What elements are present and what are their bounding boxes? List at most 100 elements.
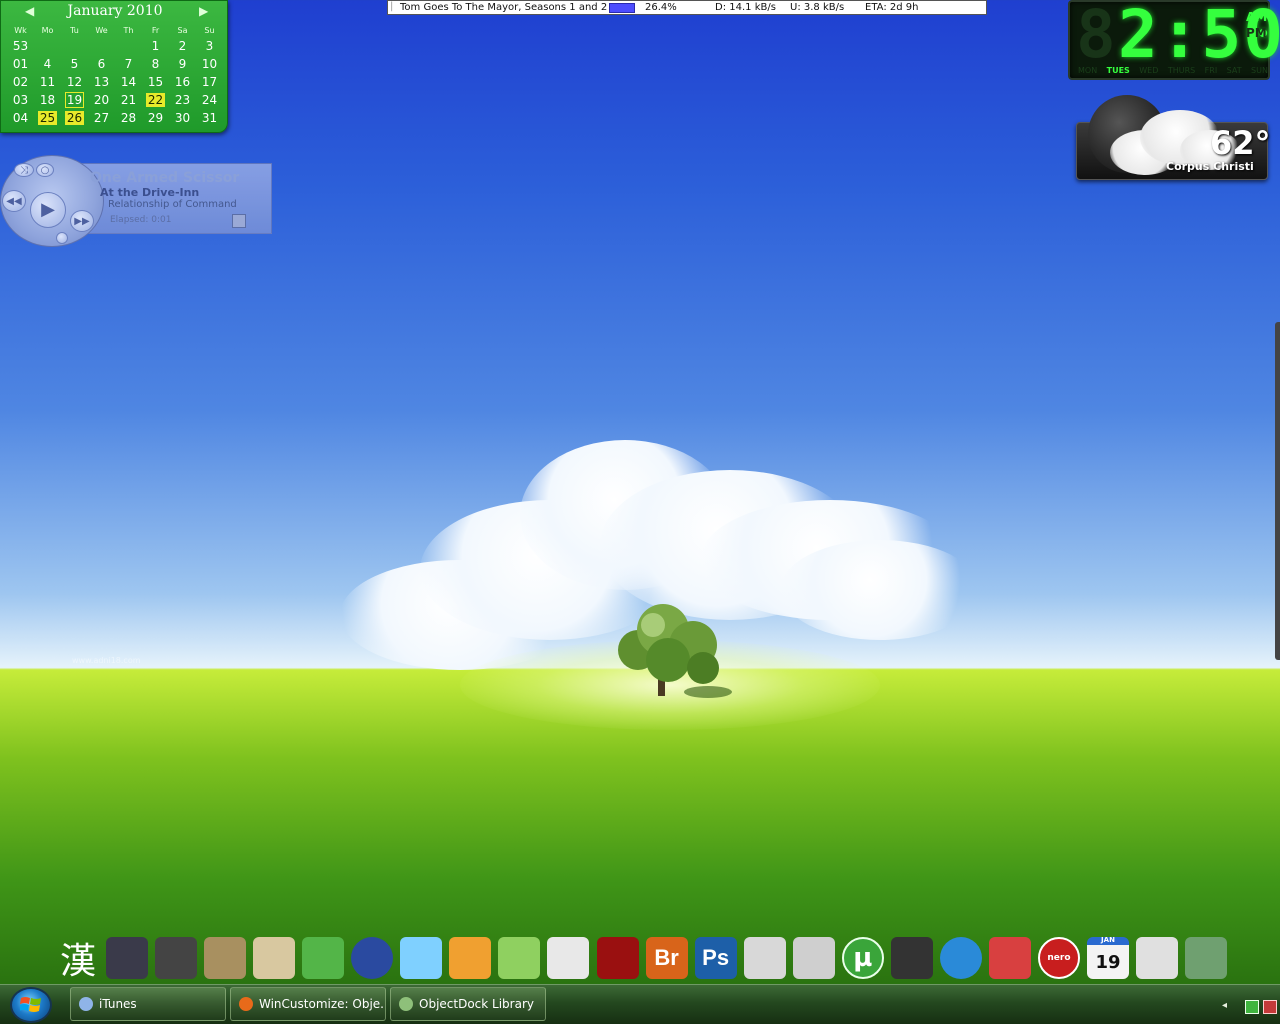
calendar-week-row: 04 25 26 27 28 29 30 31 bbox=[7, 109, 223, 127]
previous-icon[interactable]: ◀◀ bbox=[2, 190, 26, 212]
calendar-day[interactable]: 30 bbox=[169, 111, 196, 125]
next-month-arrow-icon[interactable]: ▶ bbox=[199, 4, 208, 18]
windows-explorer-icon[interactable] bbox=[544, 932, 592, 984]
sonar-icon[interactable] bbox=[495, 932, 543, 984]
clock-pm-indicator: PM bbox=[1246, 26, 1267, 40]
screen-edge-tab[interactable] bbox=[1275, 322, 1280, 660]
gears-of-war-icon[interactable] bbox=[594, 932, 642, 984]
calendar-day[interactable]: 25 bbox=[34, 111, 61, 125]
shuffle-icon[interactable]: ⤨ bbox=[14, 163, 34, 177]
taskbar-button-itunes[interactable]: iTunes bbox=[70, 987, 226, 1021]
camera-icon[interactable] bbox=[152, 932, 200, 984]
calendar-day[interactable]: 10 bbox=[196, 57, 223, 71]
itunes-icon bbox=[79, 997, 93, 1011]
calendar-day[interactable]: 3 bbox=[196, 39, 223, 53]
calendar-day[interactable]: 23 bbox=[169, 93, 196, 107]
calendar-day[interactable]: 14 bbox=[115, 75, 142, 89]
calendar-week-number: 04 bbox=[12, 111, 29, 125]
utorrent-icon[interactable]: µ bbox=[839, 932, 887, 984]
taskbar-button-label: ObjectDock Library bbox=[419, 997, 534, 1011]
calendar-widget: ◀ January 2010 ▶ Wk Mo Tu We Th Fr Sa Su 53 1 2 3 01… bbox=[0, 0, 228, 133]
pidgin-icon[interactable] bbox=[446, 932, 494, 984]
clock-day-wed: WED bbox=[1139, 66, 1159, 75]
calendar-date-icon[interactable]: JAN 19 bbox=[1084, 932, 1132, 984]
calendar-day[interactable]: 15 bbox=[142, 75, 169, 89]
torrent-download-speed: D: 14.1 kB/s bbox=[715, 2, 776, 13]
calendar-day[interactable]: 20 bbox=[88, 93, 115, 107]
clock-day-mon: MON bbox=[1078, 66, 1098, 75]
calendar-day[interactable]: 6 bbox=[88, 57, 115, 71]
spinning-globe-icon[interactable] bbox=[937, 932, 985, 984]
volume-knob-icon[interactable] bbox=[56, 232, 68, 244]
apple-icon[interactable] bbox=[741, 932, 789, 984]
nero-icon[interactable]: nero bbox=[1035, 932, 1083, 984]
objectdock-icon bbox=[399, 997, 413, 1011]
taskbar-button-objectdock[interactable]: ObjectDock Library bbox=[390, 987, 546, 1021]
torrent-upload-speed: U: 3.8 kB/s bbox=[790, 2, 845, 13]
calendar-grid: Wk Mo Tu We Th Fr Sa Su 53 1 2 3 01 4 5 6 7 8 9 10 02 11 12 13 1… bbox=[7, 23, 223, 127]
calendar-day[interactable]: 11 bbox=[34, 75, 61, 89]
calendar-day[interactable]: 5 bbox=[61, 57, 88, 71]
ccleaner-icon[interactable] bbox=[986, 932, 1034, 984]
clock-day-thurs: THURS bbox=[1167, 66, 1196, 75]
calendar-day[interactable]: 21 bbox=[115, 93, 142, 107]
yoshi-icon[interactable] bbox=[299, 932, 347, 984]
calendar-day[interactable]: 7 bbox=[115, 57, 142, 71]
calendar-day[interactable]: 27 bbox=[88, 111, 115, 125]
nes-console-icon[interactable] bbox=[790, 932, 838, 984]
next-icon[interactable]: ▶▶ bbox=[70, 210, 94, 232]
calendar-day[interactable]: 17 bbox=[196, 75, 223, 89]
play-icon[interactable]: ▶ bbox=[30, 192, 66, 228]
calendar-day[interactable]: 18 bbox=[34, 93, 61, 107]
calendar-week-row: 02 11 12 13 14 15 16 17 bbox=[7, 73, 223, 91]
taskbar-button-firefox[interactable]: WinCustomize: Obje... bbox=[230, 987, 386, 1021]
kanji-app-icon[interactable]: 漢 bbox=[54, 932, 102, 984]
scanner-icon[interactable] bbox=[201, 932, 249, 984]
calendar-day[interactable]: 4 bbox=[34, 57, 61, 71]
calendar-week-number: 02 bbox=[12, 75, 29, 89]
calendar-weekday-label: Sa bbox=[177, 25, 188, 35]
torrent-status-bar: | Tom Goes To The Mayor, Seasons 1 and 2… bbox=[387, 0, 987, 15]
tray-expand-arrow-icon[interactable]: ◂ bbox=[1222, 1000, 1227, 1011]
computer-tower-icon[interactable] bbox=[103, 932, 151, 984]
calendar-day[interactable]: 12 bbox=[61, 75, 88, 89]
calendar-day[interactable]: 16 bbox=[169, 75, 196, 89]
repeat-icon[interactable]: ○ bbox=[36, 163, 54, 177]
calendar-day[interactable]: 26 bbox=[61, 111, 88, 125]
clock-day-sat: SAT bbox=[1226, 66, 1242, 75]
document-icon[interactable] bbox=[232, 214, 246, 228]
adobe-bridge-icon[interactable]: Br bbox=[643, 932, 691, 984]
calendar-day[interactable]: 29 bbox=[142, 111, 169, 125]
calendar-day[interactable]: 1 bbox=[142, 39, 169, 53]
calculator-icon[interactable] bbox=[1133, 932, 1181, 984]
torrent-progress-bar bbox=[609, 3, 635, 13]
calendar-day[interactable]: 31 bbox=[196, 111, 223, 125]
calendar-day[interactable]: 19 bbox=[61, 92, 88, 108]
calendar-day[interactable]: 9 bbox=[169, 57, 196, 71]
neptune-planet-icon[interactable] bbox=[348, 932, 396, 984]
calendar-weekday-label: We bbox=[95, 25, 108, 35]
tray-status-icon[interactable] bbox=[1263, 1000, 1277, 1014]
calendar-day[interactable]: 8 bbox=[142, 57, 169, 71]
calendar-day[interactable]: 22 bbox=[142, 93, 169, 107]
winamp-icon[interactable] bbox=[397, 932, 445, 984]
torrent-eta: ETA: 2d 9h bbox=[865, 2, 919, 13]
calendar-day[interactable]: 28 bbox=[115, 111, 142, 125]
clock-am-indicator: AM bbox=[1246, 10, 1268, 24]
torrent-name: Tom Goes To The Mayor, Seasons 1 and 2 bbox=[400, 2, 608, 13]
windows-logo-icon bbox=[20, 997, 41, 1012]
clock-day-fri: FRI bbox=[1204, 66, 1218, 75]
calendar-day[interactable]: 13 bbox=[88, 75, 115, 89]
calendar-day[interactable]: 24 bbox=[196, 93, 223, 107]
calendar-weekday-label: Tu bbox=[70, 25, 79, 35]
calendar-day[interactable]: 2 bbox=[169, 39, 196, 53]
torrent-handle-icon[interactable]: | bbox=[390, 1, 393, 12]
video-camera-icon[interactable] bbox=[888, 932, 936, 984]
tray-network-icon[interactable] bbox=[1245, 1000, 1259, 1014]
aquarium-icon[interactable] bbox=[1182, 932, 1230, 984]
clock-weekday-row: MON TUES WED THURS FRI SAT SUN bbox=[1078, 66, 1268, 75]
calendar-week-row: 03 18 19 20 21 22 23 24 bbox=[7, 91, 223, 109]
adobe-photoshop-icon[interactable]: Ps bbox=[692, 932, 740, 984]
paint-tools-icon[interactable] bbox=[250, 932, 298, 984]
weather-city: Corpus Christi bbox=[1166, 160, 1254, 173]
